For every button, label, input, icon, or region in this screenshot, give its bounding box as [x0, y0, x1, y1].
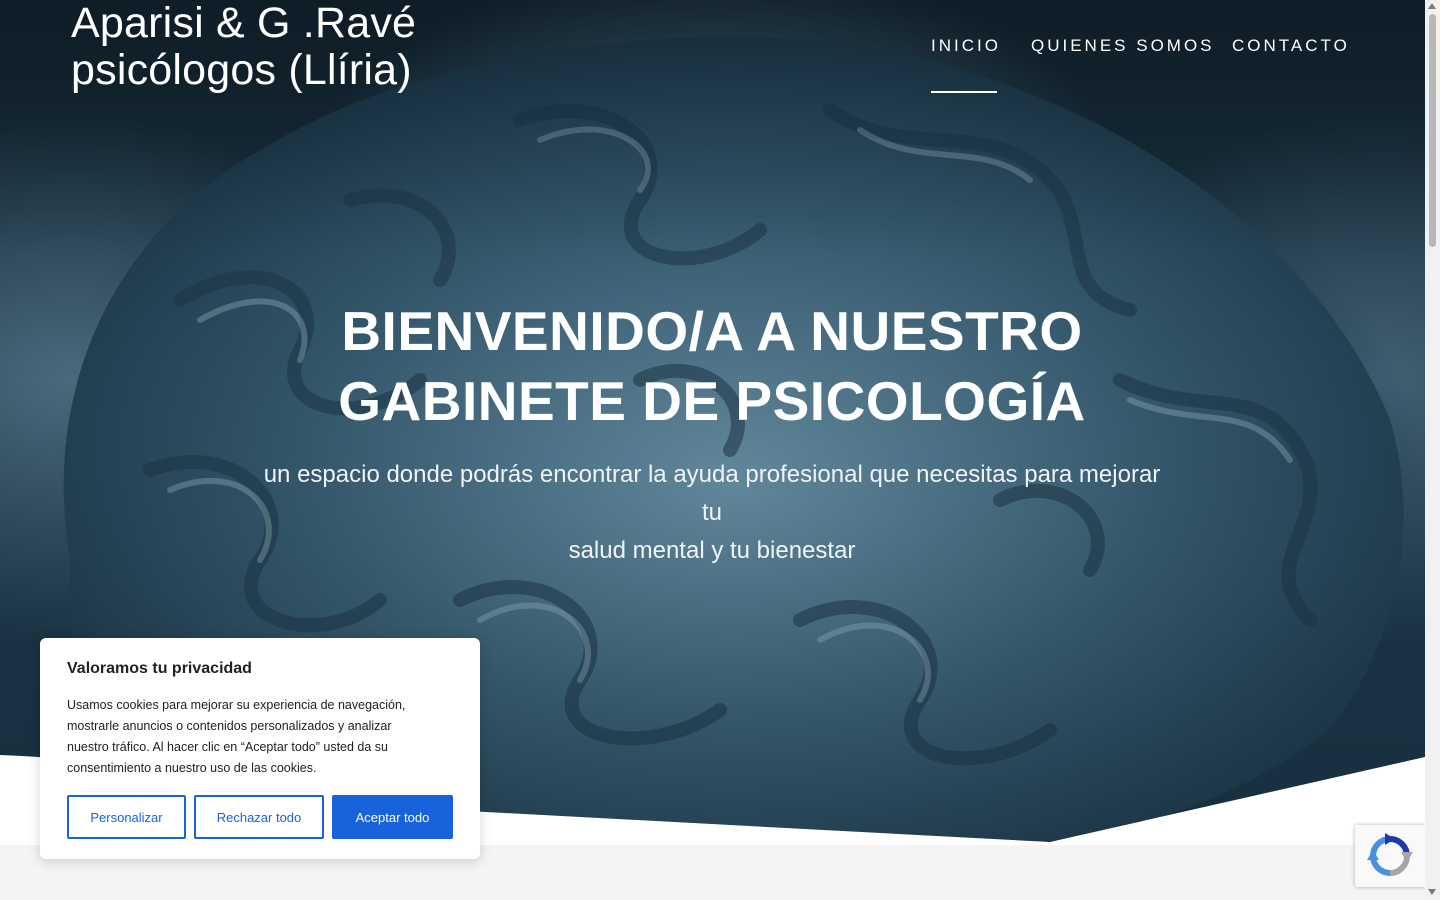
site-logo[interactable]: Aparisi & G .Ravé psicólogos (Llíria) [71, 0, 491, 94]
hero-title-line-2: GABINETE DE PSICOLOGÍA [338, 370, 1086, 432]
logo-line-1: Aparisi & G .Ravé [71, 0, 417, 47]
cookie-text: Usamos cookies para mejorar su experienc… [67, 695, 457, 779]
page: Aparisi & G .Ravé psicólogos (Llíria) IN… [0, 0, 1425, 900]
nav-item-contacto[interactable]: CONTACTO [1232, 36, 1350, 56]
nav-item-inicio[interactable]: INICIO [931, 36, 1001, 56]
hero-title: BIENVENIDO/A A NUESTRO GABINETE DE PSICO… [212, 296, 1212, 436]
hero-subtitle: un espacio donde podrás encontrar la ayu… [262, 456, 1162, 570]
cookie-text-line: mostrarle anuncios o contenidos personal… [67, 719, 392, 733]
hero-subtitle-line-2: salud mental y tu bienestar [568, 537, 856, 564]
cookie-text-line: Usamos cookies para mejorar su experienc… [67, 698, 406, 712]
scroll-down-icon[interactable] [1428, 889, 1436, 895]
scrollbar-thumb[interactable] [1429, 14, 1436, 247]
nav-active-indicator [931, 91, 997, 93]
page-scrollbar[interactable] [1425, 0, 1440, 900]
cookie-text-line: consentimiento a nuestro uso de las cook… [67, 761, 317, 775]
recaptcha-icon [1367, 833, 1413, 876]
customize-button[interactable]: Personalizar [67, 795, 186, 839]
cookie-title: Valoramos tu privacidad [67, 660, 252, 677]
scroll-up-icon[interactable] [1428, 3, 1436, 9]
hero-subtitle-line-1: un espacio donde podrás encontrar la ayu… [263, 461, 1161, 526]
nav-item-quienes-somos[interactable]: QUIENES SOMOS [1031, 36, 1215, 56]
cookie-banner: Valoramos tu privacidad Usamos cookies p… [40, 638, 480, 859]
logo-line-2: psicólogos (Llíria) [71, 46, 412, 94]
accept-all-button[interactable]: Aceptar todo [332, 795, 453, 839]
cookie-text-line: nuestro tráfico. Al hacer clic en “Acept… [67, 740, 389, 754]
recaptcha-badge[interactable] [1355, 825, 1425, 887]
hero-title-line-1: BIENVENIDO/A A NUESTRO [341, 300, 1083, 362]
reject-all-button[interactable]: Rechazar todo [194, 795, 324, 839]
